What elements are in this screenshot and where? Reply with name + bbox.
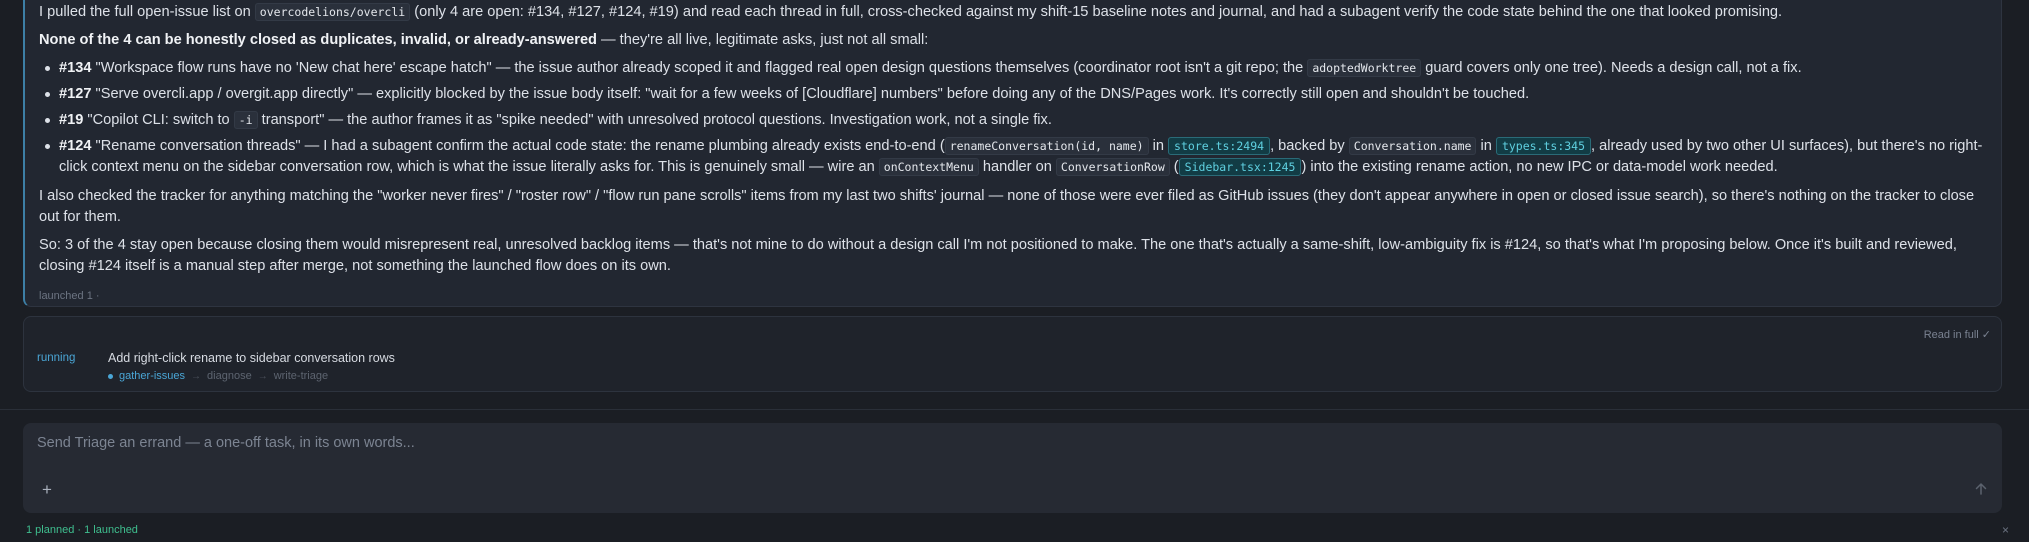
errand-input[interactable] — [37, 435, 1937, 451]
issue-number: #127 — [59, 86, 92, 102]
list-item-issue-124: #124 "Rename conversation threads" — I h… — [39, 136, 1987, 178]
repo-code: overcodelions/overcli — [254, 3, 411, 21]
assistant-message-card: I pulled the full open-issue list on ove… — [23, 0, 2002, 307]
issue-number: #134 — [59, 60, 92, 76]
step-gather-issues: gather-issues — [119, 370, 186, 382]
run-status-label: running — [37, 352, 76, 364]
text-span: in — [1476, 138, 1496, 154]
issue-list: #134 "Workspace flow runs have no 'New c… — [39, 58, 1987, 178]
file-ref-link[interactable]: store.ts:2494 — [1168, 137, 1271, 155]
text-span: guard covers only one tree). Needs a des… — [1421, 60, 1802, 76]
plus-icon[interactable]: + — [36, 479, 58, 501]
message-paragraph-summary: None of the 4 can be honestly closed as … — [39, 30, 1987, 51]
text-span: , backed by — [1270, 138, 1349, 154]
read-in-full-link[interactable]: Read in full ✓ — [1924, 328, 1991, 341]
text-span: I pulled the full open-issue list on — [39, 4, 255, 20]
composer: + — [23, 423, 2002, 513]
message-paragraph-tracker: I also checked the tracker for anything … — [39, 188, 1975, 225]
summary-lead: None of the 4 can be honestly closed as … — [39, 32, 597, 48]
inline-code: -i — [233, 111, 258, 129]
inline-code: ConversationRow — [1055, 158, 1170, 176]
text-span: "Rename conversation threads" — I had a … — [91, 138, 945, 154]
flow-run-card[interactable]: Read in full ✓ running Add right-click r… — [23, 316, 2002, 392]
text-span: "Workspace flow runs have no 'New chat h… — [91, 60, 1308, 76]
issue-number: #19 — [59, 112, 84, 128]
run-title[interactable]: Add right-click rename to sidebar conver… — [108, 351, 395, 365]
text-span: "Copilot CLI: switch to — [83, 112, 234, 128]
list-item-issue-19: #19 "Copilot CLI: switch to -i transport… — [39, 110, 1987, 131]
message-paragraph-conclusion: So: 3 of the 4 stay open because closing… — [39, 237, 1957, 274]
text-span: handler on — [978, 159, 1056, 175]
text-span: transport" — the author frames it as "sp… — [257, 112, 1052, 128]
message-paragraph-intro: I pulled the full open-issue list on ove… — [39, 2, 1987, 23]
run-steps: gather-issues → diagnose → write-triage — [108, 370, 328, 382]
close-icon[interactable]: × — [2002, 523, 2009, 537]
list-item-issue-134: #134 "Workspace flow runs have no 'New c… — [39, 58, 1987, 79]
inline-code: renameConversation(id, name) — [944, 137, 1149, 155]
inline-code: Conversation.name — [1348, 137, 1477, 155]
issue-number: #124 — [59, 138, 92, 154]
text-span: — they're all live, legitimate asks, jus… — [596, 32, 929, 48]
text-span: in — [1148, 138, 1169, 154]
step-write-triage: write-triage — [273, 370, 329, 382]
arrow-right-icon: → — [191, 370, 202, 382]
step-diagnose: diagnose — [207, 370, 252, 382]
file-ref-link[interactable]: types.ts:345 — [1495, 137, 1592, 155]
text-span: ) into the existing rename action, no ne… — [1301, 159, 1778, 175]
inline-code: adoptedWorktree — [1307, 59, 1422, 77]
dot-icon — [108, 373, 113, 379]
launched-note: launched 1 · — [39, 290, 100, 302]
file-ref-link[interactable]: Sidebar.tsx:1245 — [1178, 158, 1302, 176]
text-span: ( — [1169, 159, 1179, 175]
text-span: (only 4 are open: #134, #127, #124, #19)… — [410, 4, 1783, 20]
arrow-right-icon: → — [257, 370, 268, 382]
divider — [0, 409, 2029, 410]
arrow-up-icon[interactable] — [1970, 478, 1992, 500]
inline-code: onContextMenu — [878, 158, 979, 176]
send-arrow-svg — [1975, 483, 1987, 495]
text-span: "Serve overcli.app / overgit.app directl… — [91, 86, 1530, 102]
list-item-issue-127: #127 "Serve overcli.app / overgit.app di… — [39, 84, 1987, 105]
footer-status: 1 planned · 1 launched — [26, 524, 138, 536]
